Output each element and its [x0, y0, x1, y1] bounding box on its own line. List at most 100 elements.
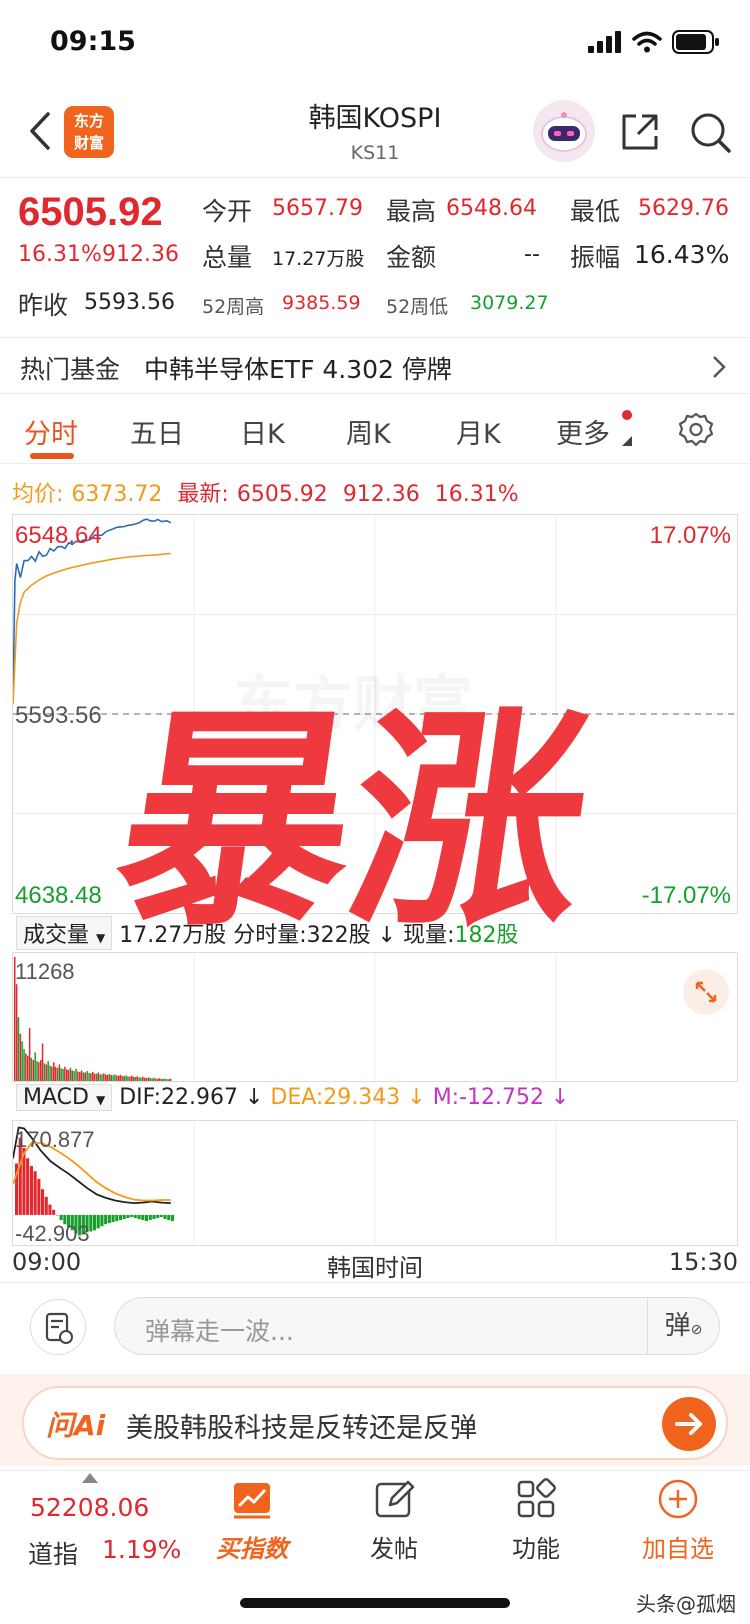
volume-bar: [25, 1053, 27, 1081]
volume-selector-label: 成交量: [23, 923, 90, 948]
volume-bar: [62, 1068, 64, 1081]
tab-five-day[interactable]: 五日: [130, 412, 184, 451]
volume-bar: [77, 1071, 79, 1081]
volume-ymax-label: 11268: [15, 959, 75, 984]
volume-bar: [17, 1017, 20, 1081]
period-volume: 322股: [306, 923, 371, 948]
search-icon[interactable]: [688, 110, 732, 154]
volume-header: 成交量 ▼ 17.27万股 分时量:322股 ↓ 现量:182股: [16, 916, 519, 950]
volume-bar: [92, 1072, 94, 1081]
macd-histogram-bar: [52, 1209, 56, 1215]
volume-bar: [71, 1070, 73, 1081]
macd-histogram-bar: [111, 1214, 115, 1223]
tab-monthly-k[interactable]: 月K: [456, 412, 501, 451]
macd-histogram-bar: [26, 1158, 30, 1215]
time-axis: 09:00 韩国时间 15:30: [12, 1248, 738, 1282]
high-label: 最高: [386, 197, 437, 226]
ai-assistant-area: 问Ai 美股韩股科技是反转还是反弹: [0, 1374, 750, 1466]
dow-index-pct[interactable]: 1.19%: [102, 1535, 181, 1564]
volume-bar: [99, 1074, 101, 1081]
volume-bar: [110, 1075, 112, 1081]
volume-bar: [36, 1061, 38, 1081]
macd-selector-label: MACD: [23, 1085, 89, 1110]
volume-bar: [158, 1078, 161, 1081]
m-arrow-icon: ↓: [544, 1085, 570, 1110]
volume-bar: [143, 1077, 146, 1081]
nav-functions-label: 功能: [512, 1535, 560, 1563]
dow-index-value[interactable]: 52208.06: [30, 1493, 149, 1522]
volume-bar: [129, 1076, 131, 1081]
macd-histogram-bar: [170, 1214, 174, 1222]
volume-selector[interactable]: 成交量 ▼: [16, 916, 113, 950]
share-icon[interactable]: [618, 110, 662, 154]
macd-selector[interactable]: MACD ▼: [16, 1084, 113, 1111]
dropdown-icon: ▼: [96, 931, 106, 945]
macd-histogram-bar: [115, 1214, 119, 1222]
trend-chart-icon: [234, 1483, 270, 1519]
m-value: M:-12.752: [432, 1085, 545, 1110]
pct-min-label: -17.07%: [642, 882, 731, 909]
ai-robot-icon[interactable]: [533, 100, 595, 162]
note-settings-icon: [45, 1312, 73, 1344]
volume-bar: [21, 1041, 23, 1081]
volume-bar: [23, 1049, 25, 1081]
danmaku-input[interactable]: 弹幕走一波... 弹⊘: [114, 1297, 720, 1355]
danmaku-toggle-button[interactable]: 弹⊘: [647, 1298, 719, 1354]
nav-bar: 东方 财富 韩国KOSPI KS11: [0, 86, 750, 178]
volume-bar: [34, 1052, 36, 1081]
nav-buy-index[interactable]: 买指数: [182, 1471, 322, 1564]
volume-bar: [41, 1043, 44, 1081]
tab-more[interactable]: 更多: [556, 412, 610, 451]
macd-histogram-bar: [167, 1214, 171, 1220]
volume-bar: [138, 1077, 140, 1081]
volume-bar: [112, 1075, 114, 1081]
w52-high-value: 9385.59: [282, 292, 361, 314]
volume-bar: [136, 1076, 138, 1081]
macd-histogram-bar: [148, 1214, 152, 1220]
nav-post-label: 发帖: [370, 1535, 418, 1563]
nav-post[interactable]: 发帖: [324, 1471, 464, 1564]
time-zone-label: 韩国时间: [327, 1254, 423, 1282]
caret-up-icon: [82, 1473, 98, 1483]
nav-add-watchlist[interactable]: 加自选: [608, 1471, 748, 1564]
volume-bar: [56, 1067, 59, 1081]
notification-dot: [622, 410, 632, 420]
price-baseline-label: 5593.56: [15, 702, 102, 729]
tab-daily-k[interactable]: 日K: [240, 412, 285, 451]
tab-intraday[interactable]: 分时: [24, 412, 78, 451]
gear-icon[interactable]: [678, 412, 714, 448]
volume-bar: [105, 1074, 107, 1081]
nav-functions[interactable]: 功能: [466, 1471, 606, 1564]
status-icons: [588, 30, 720, 54]
current-volume-label: 现量:: [403, 923, 455, 948]
macd-histogram-bar: [141, 1214, 145, 1220]
dow-index-name[interactable]: 道指: [28, 1535, 78, 1571]
prev-close-value: 5593.56: [84, 290, 175, 315]
volume-bar: [166, 1079, 168, 1081]
volume-bar: [43, 1063, 46, 1081]
volume-chart[interactable]: 11268: [12, 952, 738, 1082]
note-button[interactable]: [30, 1299, 86, 1355]
ai-question-bar[interactable]: 问Ai 美股韩股科技是反转还是反弹: [22, 1386, 728, 1460]
amplitude-label: 振幅: [570, 243, 621, 272]
hot-fund-row[interactable]: 热门基金 中韩半导体ETF 4.302 停牌: [0, 340, 750, 394]
volume-bar: [116, 1075, 118, 1081]
volume-bar: [73, 1071, 75, 1081]
macd-histogram-bar: [37, 1178, 41, 1215]
volume-bar: [156, 1078, 159, 1081]
volume-bar: [149, 1078, 151, 1081]
macd-chart[interactable]: 170.877 -42.903: [12, 1120, 738, 1246]
volume-bar: [118, 1075, 120, 1081]
home-indicator: [240, 1598, 510, 1608]
ai-go-button[interactable]: [662, 1397, 716, 1451]
volume-label: 总量: [202, 243, 253, 272]
volume-bar: [131, 1075, 133, 1081]
tab-weekly-k[interactable]: 周K: [346, 412, 391, 451]
expand-button[interactable]: [683, 969, 729, 1015]
volume-bar: [160, 1078, 163, 1081]
volume-bar: [28, 1028, 31, 1081]
danmaku-toggle-label: 弹: [664, 1311, 691, 1341]
volume-chart-svg: 11268: [14, 953, 557, 1081]
macd-histogram-bar: [41, 1189, 45, 1215]
tab-active-underline: [30, 453, 74, 459]
